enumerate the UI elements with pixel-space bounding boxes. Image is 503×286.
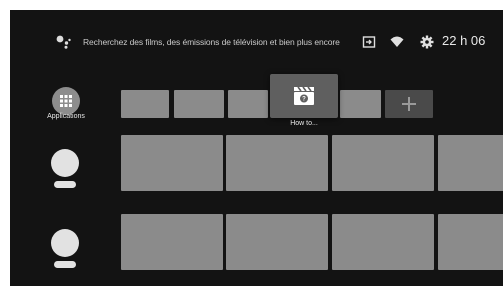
add-app-button[interactable] xyxy=(385,90,433,118)
content-tile[interactable] xyxy=(438,214,503,270)
applications-button[interactable] xyxy=(52,87,80,115)
app-tile[interactable] xyxy=(228,90,268,118)
google-assistant-icon[interactable] xyxy=(56,35,72,49)
clock: 22 h 06 xyxy=(442,33,486,48)
content-tile[interactable] xyxy=(332,135,434,191)
content-tile[interactable] xyxy=(121,135,223,191)
search-bar[interactable]: Recherchez des films, des émissions de t… xyxy=(83,37,340,47)
grid-icon xyxy=(60,95,72,107)
applications-label: Applications xyxy=(47,113,85,120)
content-tile[interactable] xyxy=(332,214,434,270)
input-source-icon[interactable] xyxy=(362,35,376,49)
channel-logo-icon[interactable] xyxy=(49,148,81,190)
plus-icon xyxy=(402,97,416,111)
clapperboard-help-icon: ? xyxy=(294,86,314,105)
app-tile[interactable] xyxy=(121,90,169,118)
tv-home-screen: Recherchez des films, des émissions de t… xyxy=(10,10,503,286)
content-tile[interactable] xyxy=(438,135,503,191)
wifi-icon[interactable] xyxy=(390,35,404,49)
app-tile[interactable] xyxy=(174,90,224,118)
focused-app-tile[interactable]: ? xyxy=(270,74,338,118)
app-tile[interactable] xyxy=(340,90,381,118)
content-tile[interactable] xyxy=(226,135,328,191)
content-tile[interactable] xyxy=(121,214,223,270)
channel-logo-icon[interactable] xyxy=(49,228,81,270)
focused-app-label: How to... xyxy=(290,120,318,127)
gear-icon[interactable] xyxy=(420,35,434,49)
svg-text:?: ? xyxy=(302,97,306,103)
content-tile[interactable] xyxy=(226,214,328,270)
